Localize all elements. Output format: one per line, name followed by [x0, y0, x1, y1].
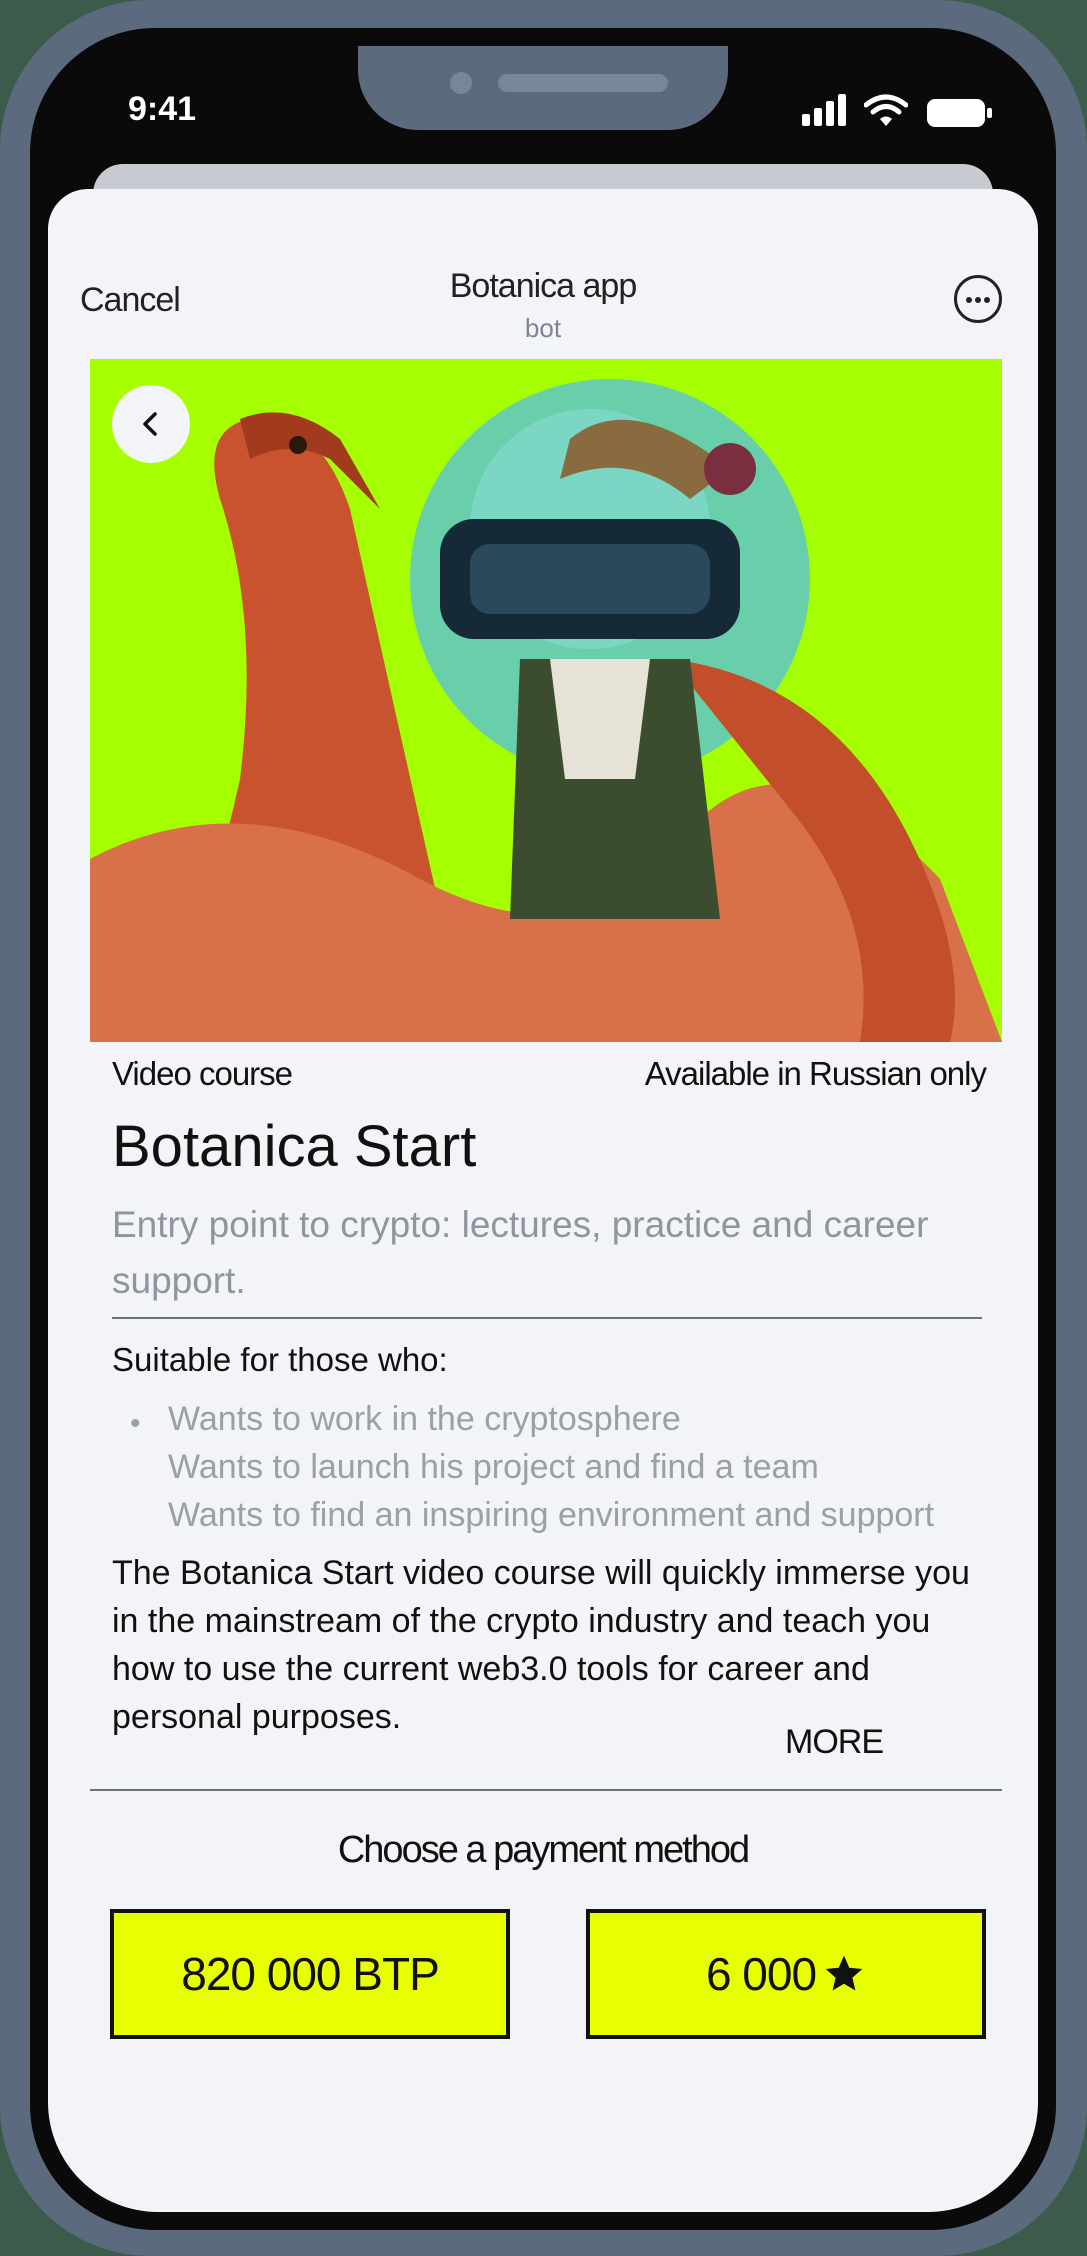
divider [90, 1789, 1002, 1791]
status-icons [802, 92, 1002, 132]
hero-image [90, 359, 1002, 1042]
course-title: Botanica Start [112, 1114, 477, 1179]
payment-title: Choose a payment method [337, 1829, 750, 1871]
bot-sheet: Cancel Botanica app bot Video course Ava… [48, 189, 1038, 2212]
bullet-icon: • [130, 1407, 141, 1440]
chevron-left-icon [143, 412, 157, 436]
speaker-bar [498, 74, 668, 92]
status-time: 9:41 [128, 90, 197, 128]
list-item: Wants to launch his project and find a t… [168, 1448, 819, 1486]
availability-note: Available in Russian only [644, 1055, 987, 1092]
pay-stars-label: 6 000 [705, 1948, 817, 2000]
app-subtitle: bot [524, 313, 562, 343]
pay-btp-button[interactable]: 820 000 BTP [110, 1909, 510, 2039]
course-subtitle: Entry point to crypto: lectures, practic… [112, 1204, 929, 1301]
back-button[interactable] [112, 385, 190, 463]
course-type: Video course [112, 1055, 293, 1092]
wifi-icon [864, 94, 908, 126]
app-title: Botanica app [449, 267, 638, 305]
suitable-title: Suitable for those who: [112, 1341, 448, 1378]
star-icon [825, 1955, 863, 1991]
more-link[interactable]: MORE [785, 1723, 884, 1762]
screen: 9:41 Cancel Botanica app bot Video cours… [48, 46, 1038, 2212]
suitable-list: Wants to work in the cryptosphere Wants … [168, 1395, 988, 1539]
more-options-button[interactable] [954, 275, 1002, 323]
camera-dot [450, 72, 472, 94]
list-item: Wants to find an inspiring environment a… [168, 1496, 935, 1534]
hero-illustration [90, 379, 1002, 1042]
list-item: Wants to work in the cryptosphere [168, 1400, 681, 1438]
battery-icon [927, 99, 992, 127]
pay-stars-button[interactable]: 6 000 [586, 1909, 986, 2039]
course-description: The Botanica Start video course will qui… [112, 1554, 970, 1736]
pay-btp-label: 820 000 BTP [181, 1948, 440, 2000]
divider [112, 1317, 982, 1319]
dynamic-island [358, 46, 728, 130]
